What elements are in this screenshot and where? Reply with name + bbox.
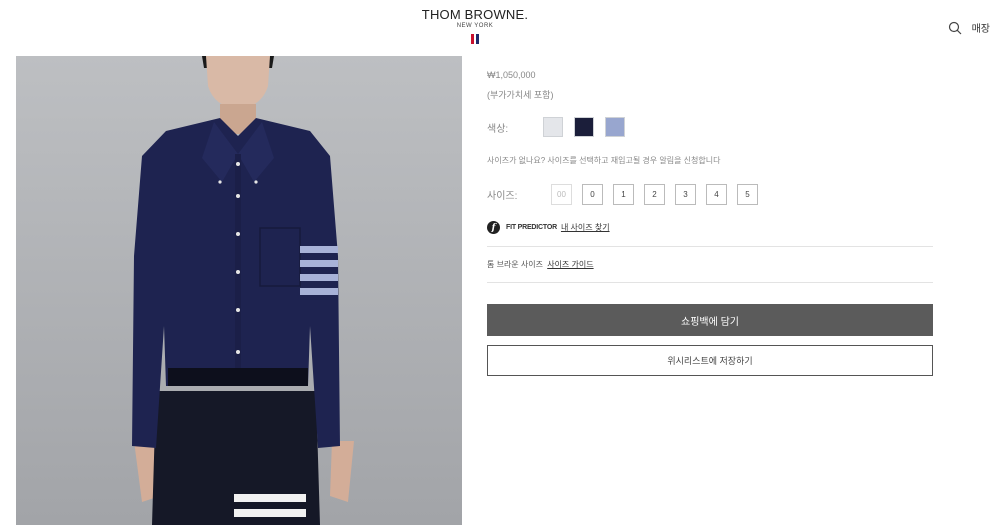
- size-selector: 사이즈: 00 0 1 2 3 4 5: [487, 183, 933, 205]
- fit-predictor-brand: FIT PREDICTOR: [506, 224, 557, 231]
- size-guide-row: 톰 브라운 사이즈 사이즈 가이드: [487, 259, 933, 270]
- size-option[interactable]: 1: [613, 183, 634, 205]
- vat-note: (부가가치세 포함): [487, 90, 554, 100]
- header-actions: 매장: [948, 20, 990, 35]
- find-my-size-link[interactable]: 내 사이즈 찾기: [561, 222, 610, 233]
- size-guide-text: 톰 브라운 사이즈: [487, 260, 543, 269]
- product-image[interactable]: [16, 56, 462, 525]
- size-option[interactable]: 4: [706, 183, 727, 205]
- brand-logo[interactable]: THOM BROWNE. NEW YORK: [400, 8, 550, 49]
- model-shirt-image: [16, 56, 462, 525]
- size-guide-link[interactable]: 사이즈 가이드: [547, 260, 593, 269]
- size-label: 사이즈:: [487, 190, 518, 202]
- size-restock-hint[interactable]: 사이즈가 없나요? 사이즈를 선택하고 재입고될 경우 알림을 신청합니다: [487, 155, 933, 166]
- color-swatch-white[interactable]: [543, 117, 563, 137]
- color-swatch-navy[interactable]: [574, 117, 594, 137]
- size-option[interactable]: 0: [582, 183, 603, 205]
- divider: [487, 282, 933, 283]
- search-icon[interactable]: [948, 21, 962, 35]
- brand-subtitle: NEW YORK: [456, 23, 494, 29]
- fit-predictor-icon: f: [487, 221, 500, 234]
- color-selector: 색상:: [487, 117, 933, 137]
- product-info-panel: ₩1,050,000 (부가가치세 포함) 색상: 사이즈가 없나요? 사이즈를…: [487, 70, 933, 376]
- size-option[interactable]: 5: [737, 183, 758, 205]
- size-option[interactable]: 2: [644, 183, 665, 205]
- size-option[interactable]: 3: [675, 183, 696, 205]
- site-header: THOM BROWNE. NEW YORK 매장: [0, 0, 1000, 52]
- color-label: 색상:: [487, 123, 509, 135]
- flag-stripe-icon: [471, 34, 479, 44]
- store-link[interactable]: 매장: [972, 20, 990, 35]
- add-to-wishlist-button[interactable]: 위시리스트에 저장하기: [487, 345, 933, 376]
- color-swatch-light-blue[interactable]: [605, 117, 625, 137]
- divider: [487, 246, 933, 247]
- brand-name: THOM BROWNE.: [421, 7, 529, 22]
- size-option[interactable]: 00: [551, 183, 572, 205]
- product-price: ₩1,050,000: [487, 70, 536, 80]
- fit-predictor: f FIT PREDICTOR 내 사이즈 찾기: [487, 221, 933, 234]
- add-to-bag-button[interactable]: 쇼핑백에 담기: [487, 304, 933, 336]
